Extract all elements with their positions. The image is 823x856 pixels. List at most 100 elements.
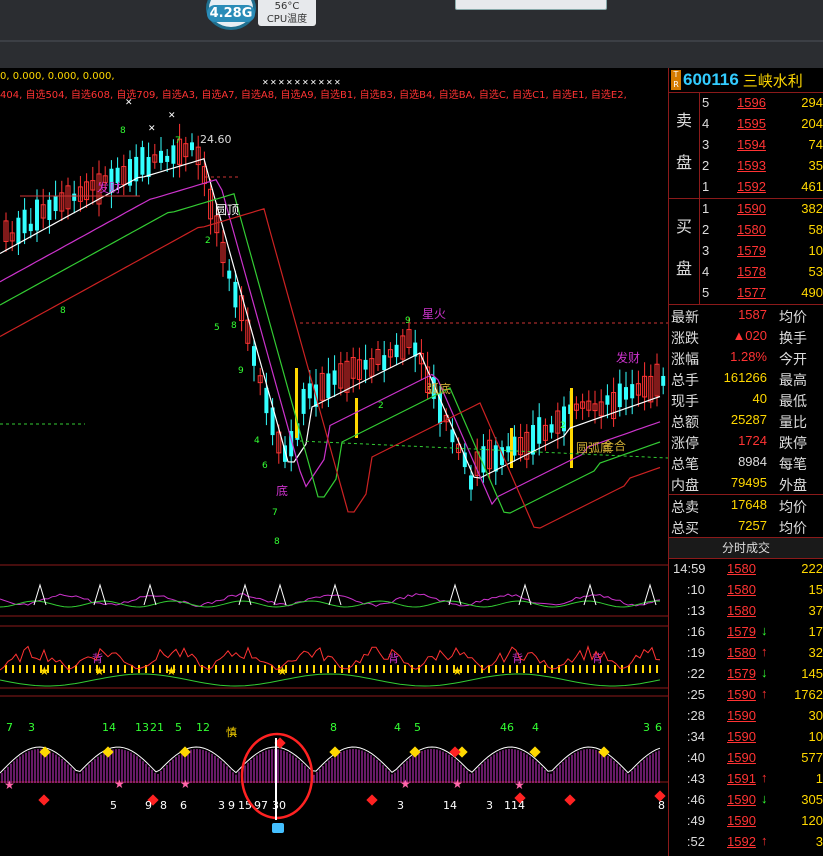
tick-row[interactable]: :28 1590 30	[669, 706, 823, 727]
star-icon: ★	[180, 777, 191, 791]
stat-value: 1587	[738, 307, 767, 322]
sell-price[interactable]: 1596	[737, 95, 766, 110]
tick-row[interactable]: :10 1580 15	[669, 580, 823, 601]
memory-gauge[interactable]: 4.28G	[206, 0, 256, 30]
buy-price[interactable]: 1577	[737, 285, 766, 300]
stock-name[interactable]: 三峡水利	[743, 70, 803, 91]
tick-row[interactable]: :43 1591 ↑ 1	[669, 769, 823, 790]
count-number: 3	[28, 721, 35, 734]
star-icon: ★	[94, 664, 105, 678]
quote-panel: TR 600116 三峡水利 5 1596 294 4 1595 204 3 1594 74 2 1…	[668, 68, 823, 856]
toolbar-dropdown[interactable]	[455, 0, 607, 10]
sell-row[interactable]: 1 1592 461	[669, 177, 823, 198]
signal-label: 发财	[97, 180, 121, 195]
tick-row[interactable]: :49 1590 120	[669, 811, 823, 832]
tick-price[interactable]: 1580	[727, 561, 756, 576]
tick-price[interactable]: 1590	[727, 729, 756, 744]
stat-value: 161266	[723, 370, 767, 385]
peak-marker	[143, 583, 157, 606]
tick-row[interactable]: :16 1579 ↓ 17	[669, 622, 823, 643]
tick-price[interactable]: 1590	[727, 708, 756, 723]
signal-label: 底	[276, 483, 288, 498]
tick-price[interactable]: 1591	[727, 771, 756, 786]
tick-row[interactable]: 14:59 1580 222	[669, 559, 823, 580]
total-label-right: 均价	[779, 500, 807, 516]
cpu-temp-widget[interactable]: 56°C CPU温度	[258, 0, 316, 26]
tick-price[interactable]: 1590	[727, 687, 756, 702]
tick-arrow-icon: ↑	[761, 833, 768, 848]
buy-level: 1	[702, 201, 710, 216]
tick-list[interactable]: 14:59 1580 222:10 1580 15:13 1580 37:16 1579 ↓ 17…	[669, 559, 823, 853]
sell-price[interactable]: 1592	[737, 179, 766, 194]
buy-price[interactable]: 1580	[737, 222, 766, 237]
tick-row[interactable]: :52 1592 ↑ 3	[669, 832, 823, 853]
count-number: 7	[6, 721, 13, 734]
tick-price[interactable]: 1580	[727, 645, 756, 660]
total-value: 7257	[738, 518, 767, 533]
tick-price[interactable]: 1590	[727, 813, 756, 828]
tick-row[interactable]: :22 1579 ↓ 145	[669, 664, 823, 685]
tick-volume: 37	[808, 603, 823, 618]
tick-row[interactable]: :46 1590 ↓ 305	[669, 790, 823, 811]
candle-body	[233, 281, 238, 308]
sell-level: 4	[702, 116, 710, 131]
tick-time: :49	[686, 813, 705, 828]
tick-row[interactable]: :34 1590 10	[669, 727, 823, 748]
tick-volume: 10	[808, 729, 823, 744]
star-marker: ✕	[270, 78, 277, 87]
tick-price[interactable]: 1580	[727, 603, 756, 618]
count-number: 4	[532, 721, 539, 734]
tick-volume: 120	[801, 813, 823, 828]
signal-label: 发财	[616, 350, 640, 365]
stock-code[interactable]: 600116	[683, 70, 739, 90]
star-icon: ★	[114, 777, 125, 791]
stat-label-right: 今开	[779, 352, 807, 368]
candle-body	[252, 346, 256, 366]
tick-row[interactable]: :13 1580 37	[669, 601, 823, 622]
tick-price[interactable]: 1579	[727, 666, 756, 681]
count-number: 5	[414, 721, 421, 734]
tick-price[interactable]: 1592	[727, 834, 756, 849]
sell-level: 1	[702, 179, 710, 194]
tick-price[interactable]: 1590	[727, 792, 756, 807]
tick-arrow-icon: ↓	[761, 791, 768, 806]
candle-body	[72, 193, 77, 201]
stat-label: 总笔	[671, 457, 699, 473]
candle-body	[617, 383, 622, 408]
sell-price[interactable]: 1594	[737, 137, 766, 152]
tick-volume: 145	[801, 666, 823, 681]
buy-row[interactable]: 5 1577 490	[669, 283, 823, 304]
quote-stats: 最新 1587 均价 涨跌 ▲020 换手 涨幅 1.28% 今开 总手 161266 最高 现手 40 最…	[669, 305, 823, 494]
stock-tag-icon: TR	[671, 70, 681, 90]
tick-time: :43	[686, 771, 705, 786]
tick-row[interactable]: :25 1590 ↑ 1762	[669, 685, 823, 706]
buy-price[interactable]: 1590	[737, 201, 766, 216]
star-icon: ★	[39, 664, 50, 678]
tick-price[interactable]: 1579	[727, 624, 756, 639]
sell-side-label: 盘	[675, 153, 692, 172]
tick-time: :22	[686, 666, 705, 681]
sell-price[interactable]: 1593	[737, 158, 766, 173]
buy-price[interactable]: 1578	[737, 264, 766, 279]
candle-body	[28, 223, 33, 232]
kline-chart-area[interactable]: 0, 0.000, 0.000, 0.000, 404, 自选504, 自选608…	[0, 68, 668, 856]
tick-volume: 577	[801, 750, 823, 765]
stock-header: TR 600116 三峡水利	[669, 68, 823, 93]
tick-row[interactable]: :19 1580 ↑ 32	[669, 643, 823, 664]
star-marker: ✕	[310, 78, 317, 87]
ticks-title: 分时成交	[669, 537, 823, 559]
star-marker: ✕	[125, 98, 133, 108]
cpu-temp-value: 56°C	[274, 1, 300, 12]
sell-price[interactable]: 1595	[737, 116, 766, 131]
candle-body-highlight	[295, 368, 298, 438]
kline-chart-svg[interactable]: 0, 0.000, 0.000, 0.000, 404, 自选504, 自选608…	[0, 68, 668, 856]
sell-level: 3	[702, 137, 710, 152]
buy-price[interactable]: 1579	[737, 243, 766, 258]
signal-label: 背	[92, 651, 103, 665]
stat-row: 现手 40 最低	[669, 389, 823, 410]
tick-row[interactable]: :40 1590 577	[669, 748, 823, 769]
tick-price[interactable]: 1580	[727, 582, 756, 597]
count-number: 3	[643, 721, 650, 734]
candle-body	[506, 446, 511, 453]
tick-price[interactable]: 1590	[727, 750, 756, 765]
